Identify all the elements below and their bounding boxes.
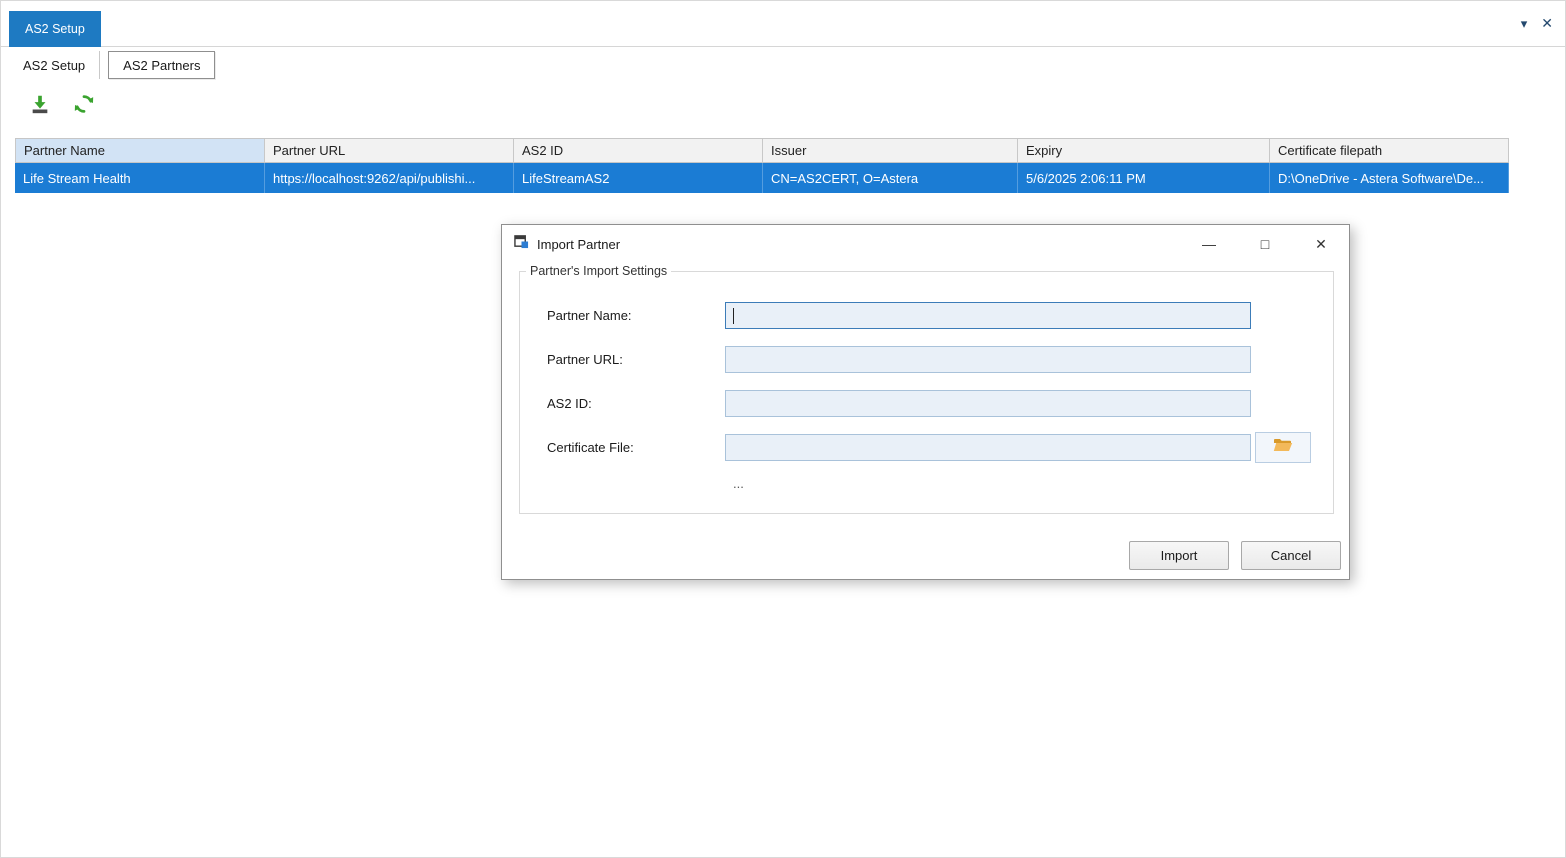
document-tabbar: AS2 Setup ▾ ✕: [1, 1, 1565, 47]
tab-list-dropdown-icon[interactable]: ▾: [1521, 16, 1528, 32]
column-header-expiry[interactable]: Expiry: [1018, 139, 1270, 162]
import-partner-button[interactable]: [27, 93, 53, 119]
certificate-file-row: Certificate File:: [547, 432, 1333, 462]
column-header-certificate-filepath[interactable]: Certificate filepath: [1270, 139, 1509, 162]
table-header-row: Partner Name Partner URL AS2 ID Issuer E…: [15, 138, 1509, 163]
dialog-buttons: Import Cancel: [1129, 541, 1341, 570]
cell-expiry: 5/6/2025 2:06:11 PM: [1018, 163, 1270, 193]
app-window: AS2 Setup ▾ ✕ AS2 Setup AS2 Partners: [0, 0, 1566, 858]
toolbar: [27, 93, 97, 119]
partners-table: Partner Name Partner URL AS2 ID Issuer E…: [15, 138, 1509, 193]
dialog-window-controls: — □ ✕: [1201, 225, 1329, 263]
download-icon: [29, 93, 51, 120]
partner-name-row: Partner Name:: [547, 300, 1333, 330]
certificate-file-label: Certificate File:: [547, 440, 725, 455]
subtab-strip: AS2 Setup AS2 Partners: [9, 51, 215, 79]
cell-partner-name: Life Stream Health: [15, 163, 265, 193]
import-button[interactable]: Import: [1129, 541, 1229, 570]
tab-as2-partners[interactable]: AS2 Partners: [108, 51, 215, 79]
cell-as2-id: LifeStreamAS2: [514, 163, 763, 193]
column-header-partner-url[interactable]: Partner URL: [265, 139, 514, 162]
group-title: Partner's Import Settings: [526, 264, 671, 278]
document-close-icon[interactable]: ✕: [1541, 15, 1553, 32]
import-partner-dialog: Import Partner — □ ✕ Partner's Import Se…: [501, 224, 1350, 580]
refresh-icon: [73, 93, 95, 120]
partner-name-input[interactable]: [725, 302, 1251, 329]
partner-name-label: Partner Name:: [547, 308, 725, 323]
refresh-button[interactable]: [71, 93, 97, 119]
column-header-partner-name[interactable]: Partner Name: [15, 139, 265, 162]
partners-import-settings-group: Partner's Import Settings Partner Name: …: [519, 264, 1334, 514]
certificate-file-input[interactable]: [725, 434, 1251, 461]
minimize-icon[interactable]: —: [1201, 236, 1217, 252]
document-tabbar-controls: ▾ ✕: [1521, 15, 1553, 32]
column-header-issuer[interactable]: Issuer: [763, 139, 1018, 162]
tab-as2-setup[interactable]: AS2 Setup: [9, 51, 100, 79]
dialog-title: Import Partner: [537, 237, 620, 252]
dialog-titlebar[interactable]: Import Partner — □ ✕: [502, 225, 1349, 263]
partner-url-input[interactable]: [725, 346, 1251, 373]
document-tab-label: AS2 Setup: [25, 22, 85, 36]
text-caret: [733, 308, 734, 324]
cancel-button[interactable]: Cancel: [1241, 541, 1341, 570]
column-header-as2-id[interactable]: AS2 ID: [514, 139, 763, 162]
as2-id-input[interactable]: [725, 390, 1251, 417]
ellipsis-label: ...: [733, 476, 1333, 491]
cell-certificate-filepath: D:\OneDrive - Astera Software\De...: [1270, 163, 1509, 193]
dialog-app-icon: [514, 234, 529, 254]
as2-id-label: AS2 ID:: [547, 396, 725, 411]
cell-issuer: CN=AS2CERT, O=Astera: [763, 163, 1018, 193]
close-icon[interactable]: ✕: [1313, 236, 1329, 253]
as2-id-row: AS2 ID:: [547, 388, 1333, 418]
tab-as2-partners-label: AS2 Partners: [123, 58, 200, 73]
cell-partner-url: https://localhost:9262/api/publishi...: [265, 163, 514, 193]
partner-url-row: Partner URL:: [547, 344, 1333, 374]
tab-as2-setup-label: AS2 Setup: [23, 58, 85, 73]
maximize-icon[interactable]: □: [1257, 236, 1273, 252]
table-row-selected[interactable]: Life Stream Health https://localhost:926…: [15, 163, 1509, 193]
partner-url-label: Partner URL:: [547, 352, 725, 367]
document-tab-as2-setup[interactable]: AS2 Setup: [9, 11, 101, 47]
browse-certificate-button[interactable]: [1255, 432, 1311, 463]
folder-open-icon: [1273, 437, 1293, 458]
